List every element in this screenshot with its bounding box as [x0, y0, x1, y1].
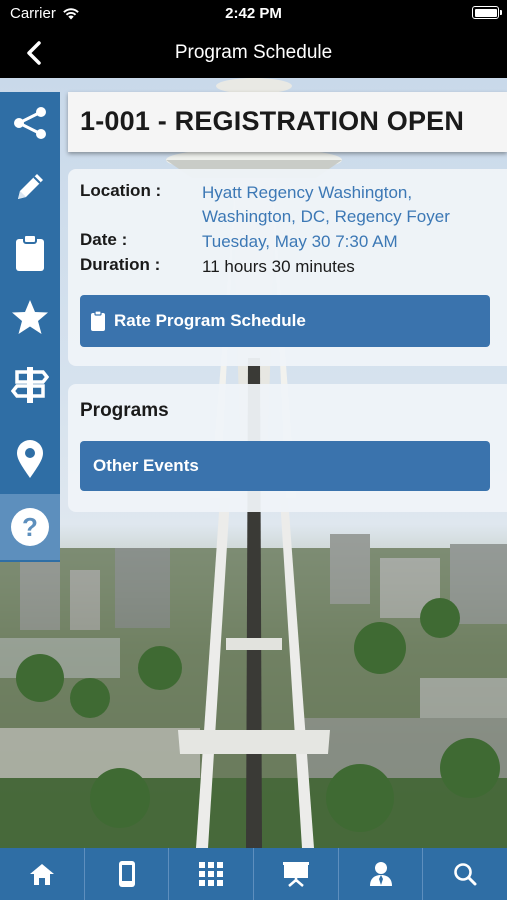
directions-button[interactable]: [0, 354, 60, 416]
tab-presentations[interactable]: [254, 848, 339, 900]
rate-program-button[interactable]: Rate Program Schedule: [80, 295, 490, 347]
share-button[interactable]: [0, 92, 60, 154]
tab-speakers[interactable]: [339, 848, 424, 900]
programs-heading: Programs: [80, 400, 169, 421]
tab-home[interactable]: [0, 848, 85, 900]
help-button[interactable]: ?: [0, 494, 60, 560]
other-events-label: Other Events: [93, 456, 199, 475]
session-details-panel: Location : Hyatt Regency Washington, Was…: [68, 169, 507, 366]
share-icon: [14, 107, 46, 139]
map-button[interactable]: [0, 428, 60, 490]
signpost-icon: [11, 367, 49, 403]
pencil-icon: [18, 174, 43, 199]
status-right: [472, 6, 502, 19]
presentation-icon: [282, 862, 309, 887]
map-pin-icon: [17, 440, 43, 478]
search-icon: [454, 863, 477, 886]
clipboard-icon: [91, 310, 105, 331]
duration-value: 11 hours 30 minutes: [202, 257, 355, 276]
home-icon: [29, 864, 54, 885]
status-time: 2:42 PM: [225, 5, 282, 22]
survey-button[interactable]: [0, 222, 60, 284]
rate-program-label: Rate Program Schedule: [114, 311, 306, 330]
date-label: Date :: [80, 230, 128, 249]
help-icon: ?: [11, 508, 49, 546]
side-action-rail: ?: [0, 92, 60, 562]
bottom-tab-bar: [0, 848, 507, 900]
programs-panel: Programs Other Events: [68, 384, 507, 512]
speaker-icon: [369, 862, 392, 886]
location-link[interactable]: Hyatt Regency Washington, Washington, DC…: [202, 181, 502, 229]
location-label: Location :: [80, 181, 162, 200]
tab-mobile[interactable]: [85, 848, 170, 900]
notes-button[interactable]: [0, 156, 60, 218]
battery-icon: [472, 6, 502, 19]
mobile-icon: [118, 861, 135, 887]
svg-text:?: ?: [22, 512, 38, 542]
tab-grid[interactable]: [169, 848, 255, 900]
other-events-button[interactable]: Other Events: [80, 441, 490, 491]
star-icon: [12, 300, 48, 334]
grid-icon: [199, 862, 224, 886]
navigation-bar: Program Schedule: [0, 28, 507, 78]
duration-label: Duration :: [80, 255, 161, 274]
date-link[interactable]: Tuesday, May 30 7:30 AM: [202, 230, 502, 254]
favorite-button[interactable]: [0, 286, 60, 348]
status-bar: Carrier 2:42 PM: [0, 0, 507, 28]
session-title-panel: 1-001 - REGISTRATION OPEN: [68, 92, 507, 152]
clipboard-icon: [16, 234, 44, 271]
session-title: 1-001 - REGISTRATION OPEN: [80, 106, 465, 136]
tab-search[interactable]: [423, 848, 507, 900]
page-title: Program Schedule: [174, 42, 333, 63]
